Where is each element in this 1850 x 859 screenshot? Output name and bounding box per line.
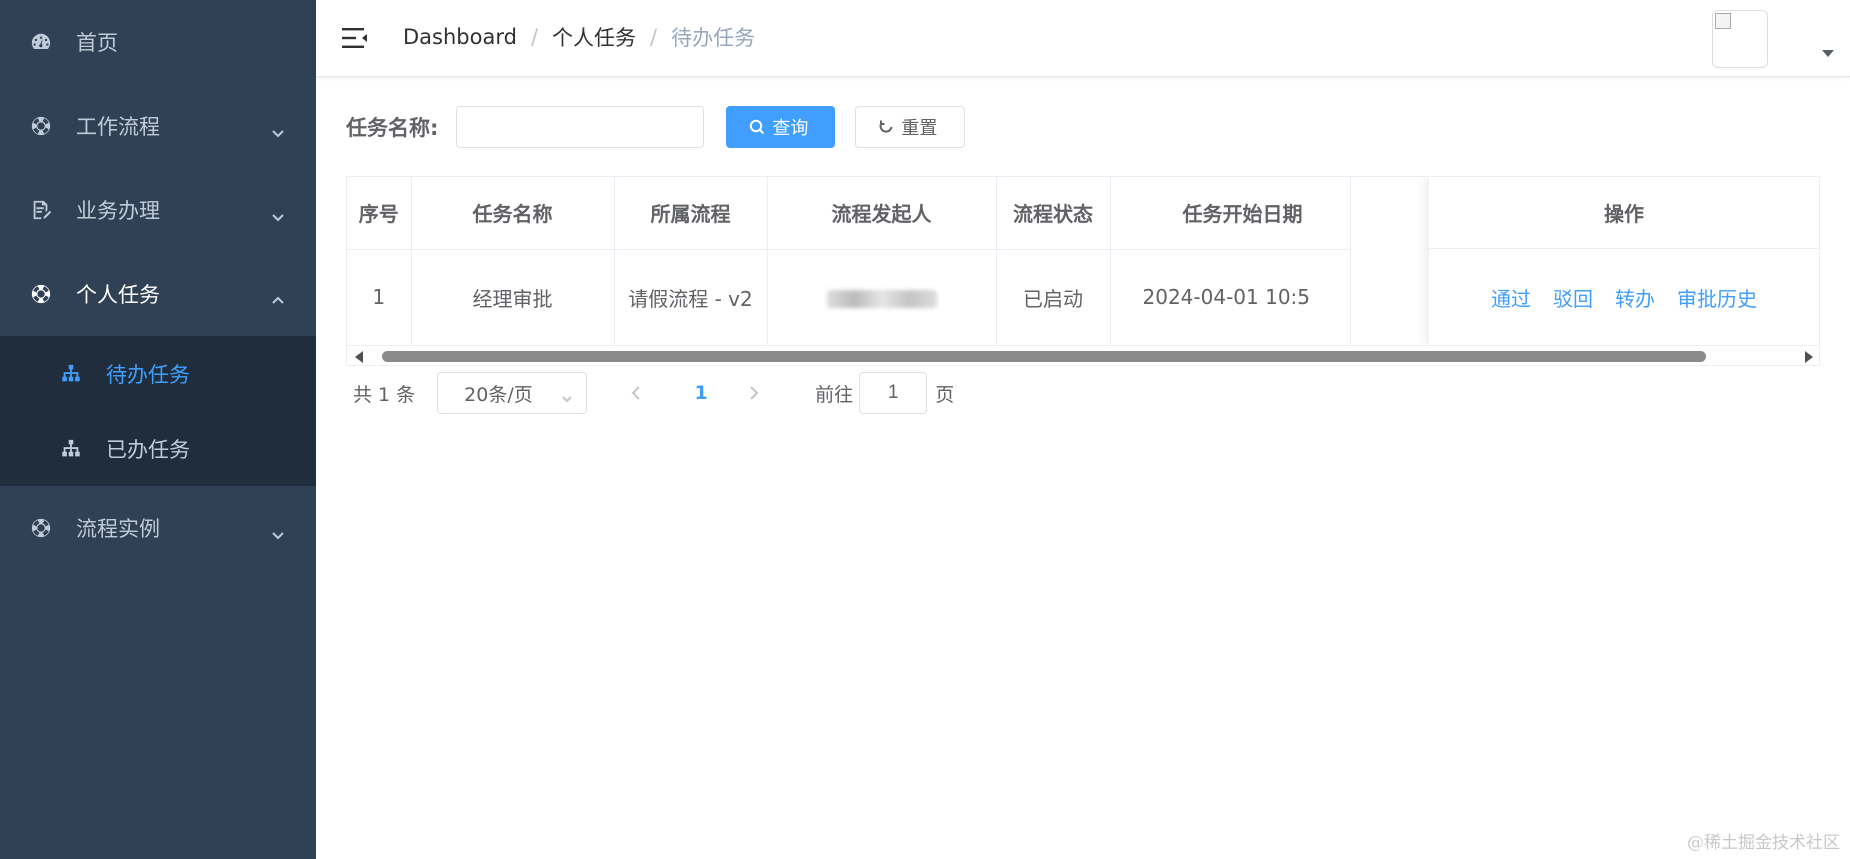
sidebar-item-label: 首页 <box>76 31 118 55</box>
sidebar-item-workflow[interactable]: 工作流程 <box>0 84 316 168</box>
caret-down-icon[interactable] <box>1822 50 1834 57</box>
chevron-right-icon <box>750 386 759 400</box>
task-name-label: 任务名称: <box>346 116 439 140</box>
scroll-left-icon[interactable] <box>355 351 363 363</box>
next-page-button[interactable] <box>739 373 769 413</box>
watermark: @稀土掘金技术社区 <box>1687 833 1840 853</box>
sidebar-item-label: 流程实例 <box>76 517 160 541</box>
sidebar-item-done-tasks[interactable]: 已办任务 <box>0 411 316 486</box>
chevron-down-icon <box>562 387 572 403</box>
hamburger-icon[interactable] <box>342 26 368 50</box>
scroll-right-icon[interactable] <box>1805 351 1813 363</box>
document-edit-icon <box>30 199 52 221</box>
breadcrumb-separator: / <box>530 25 539 49</box>
main-content: 任务名称: 查询 重置 序号 任务名称 所属流程 流程发起人 流程状态 任务开始… <box>316 78 1850 859</box>
scrollbar-thumb[interactable] <box>382 351 1706 362</box>
page-size-select[interactable]: 20条/页 <box>437 372 588 414</box>
row-actions: 通过 驳回 转办 审批历史 <box>1429 249 1819 345</box>
sidebar-item-personal-tasks[interactable]: 个人任务 <box>0 252 316 336</box>
chevron-up-icon <box>272 288 284 304</box>
cell-process: 请假流程 - v2 <box>614 249 768 346</box>
sidebar-item-label: 已办任务 <box>106 437 190 462</box>
table-header-row: 序号 任务名称 所属流程 流程发起人 流程状态 任务开始日期 <box>347 177 1351 250</box>
lifebuoy-icon <box>30 517 52 539</box>
breadcrumb: Dashboard / 个人任务 / 待办任务 <box>403 22 755 52</box>
page-size-value: 20条/页 <box>464 383 533 406</box>
sidebar-item-label: 工作流程 <box>76 115 160 139</box>
task-name-input[interactable] <box>456 106 705 148</box>
column-header: 任务名称 <box>411 177 615 250</box>
reset-button[interactable]: 重置 <box>855 106 966 148</box>
avatar[interactable] <box>1712 10 1768 68</box>
column-header: 任务开始日期 <box>1110 177 1351 250</box>
cell-status: 已启动 <box>996 249 1111 346</box>
sidebar-item-label: 个人任务 <box>76 283 160 307</box>
redacted-text <box>826 289 937 308</box>
search-form: 任务名称: 查询 重置 <box>346 106 966 148</box>
chevron-down-icon <box>272 120 284 138</box>
search-icon <box>750 119 765 135</box>
approval-history-link[interactable]: 审批历史 <box>1677 283 1757 312</box>
cell-initiator <box>767 249 997 346</box>
sidebar-item-process-instances[interactable]: 流程实例 <box>0 486 316 570</box>
sidebar-item-todo-tasks[interactable]: 待办任务 <box>0 336 316 411</box>
dashboard-icon <box>30 31 52 53</box>
transfer-link[interactable]: 转办 <box>1615 283 1655 312</box>
column-header: 所属流程 <box>614 177 768 250</box>
table-row: 1 经理审批 请假流程 - v2 已启动 2024-04-01 10:5 <box>347 249 1351 346</box>
chevron-down-icon <box>272 522 284 540</box>
breadcrumb-current: 待办任务 <box>671 26 756 50</box>
reject-link[interactable]: 驳回 <box>1553 283 1593 312</box>
pagination-total: 共 1 条 <box>353 383 416 406</box>
fixed-actions-column: 操作 通过 驳回 转办 审批历史 <box>1429 177 1819 345</box>
breadcrumb-separator: / <box>650 25 658 49</box>
query-button-label: 查询 <box>772 118 809 138</box>
approve-link[interactable]: 通过 <box>1491 283 1531 312</box>
chevron-down-icon <box>272 204 284 222</box>
goto-page-input[interactable] <box>859 372 928 414</box>
column-header: 操作 <box>1429 177 1819 249</box>
refresh-icon <box>879 120 893 133</box>
reset-button-label: 重置 <box>901 118 938 138</box>
task-table-body: 序号 任务名称 所属流程 流程发起人 流程状态 任务开始日期 1 经理审批 请假… <box>347 177 1351 346</box>
query-button[interactable]: 查询 <box>726 106 836 148</box>
breadcrumb-personal-tasks[interactable]: 个人任务 <box>552 22 636 52</box>
sidebar-item-home[interactable]: 首页 <box>0 0 316 84</box>
cell-start-date: 2024-04-01 10:5 <box>1110 249 1351 346</box>
page-suffix: 页 <box>935 383 955 406</box>
sidebar-item-label: 待办任务 <box>106 362 190 387</box>
broken-image-icon <box>1715 13 1731 29</box>
tree-icon <box>60 363 82 385</box>
horizontal-scrollbar[interactable] <box>347 345 1819 365</box>
tree-icon <box>60 438 82 460</box>
page-number-current[interactable]: 1 <box>683 382 719 404</box>
prev-page-button[interactable] <box>621 373 651 413</box>
sidebar-item-business[interactable]: 业务办理 <box>0 168 316 252</box>
sidebar: 首页 工作流程 业务办理 个人任务 待办任务 已办任务 流程实例 <box>0 0 316 859</box>
column-header: 序号 <box>347 177 412 250</box>
column-header: 流程发起人 <box>767 177 997 250</box>
cell-task-name: 经理审批 <box>411 249 615 346</box>
breadcrumb-dashboard[interactable]: Dashboard <box>403 25 517 49</box>
submenu-personal-tasks: 待办任务 已办任务 <box>0 336 316 486</box>
pagination: 共 1 条 20条/页 1 前往 页 <box>353 372 954 414</box>
navbar: Dashboard / 个人任务 / 待办任务 <box>316 0 1850 77</box>
lifebuoy-icon <box>30 283 52 305</box>
column-header: 流程状态 <box>996 177 1111 250</box>
task-table: 序号 任务名称 所属流程 流程发起人 流程状态 任务开始日期 1 经理审批 请假… <box>346 176 1820 366</box>
sidebar-item-label: 业务办理 <box>76 199 160 223</box>
chevron-left-icon <box>631 386 640 400</box>
goto-label: 前往 <box>815 383 854 406</box>
lifebuoy-icon <box>30 115 52 137</box>
cell-index: 1 <box>347 249 412 346</box>
